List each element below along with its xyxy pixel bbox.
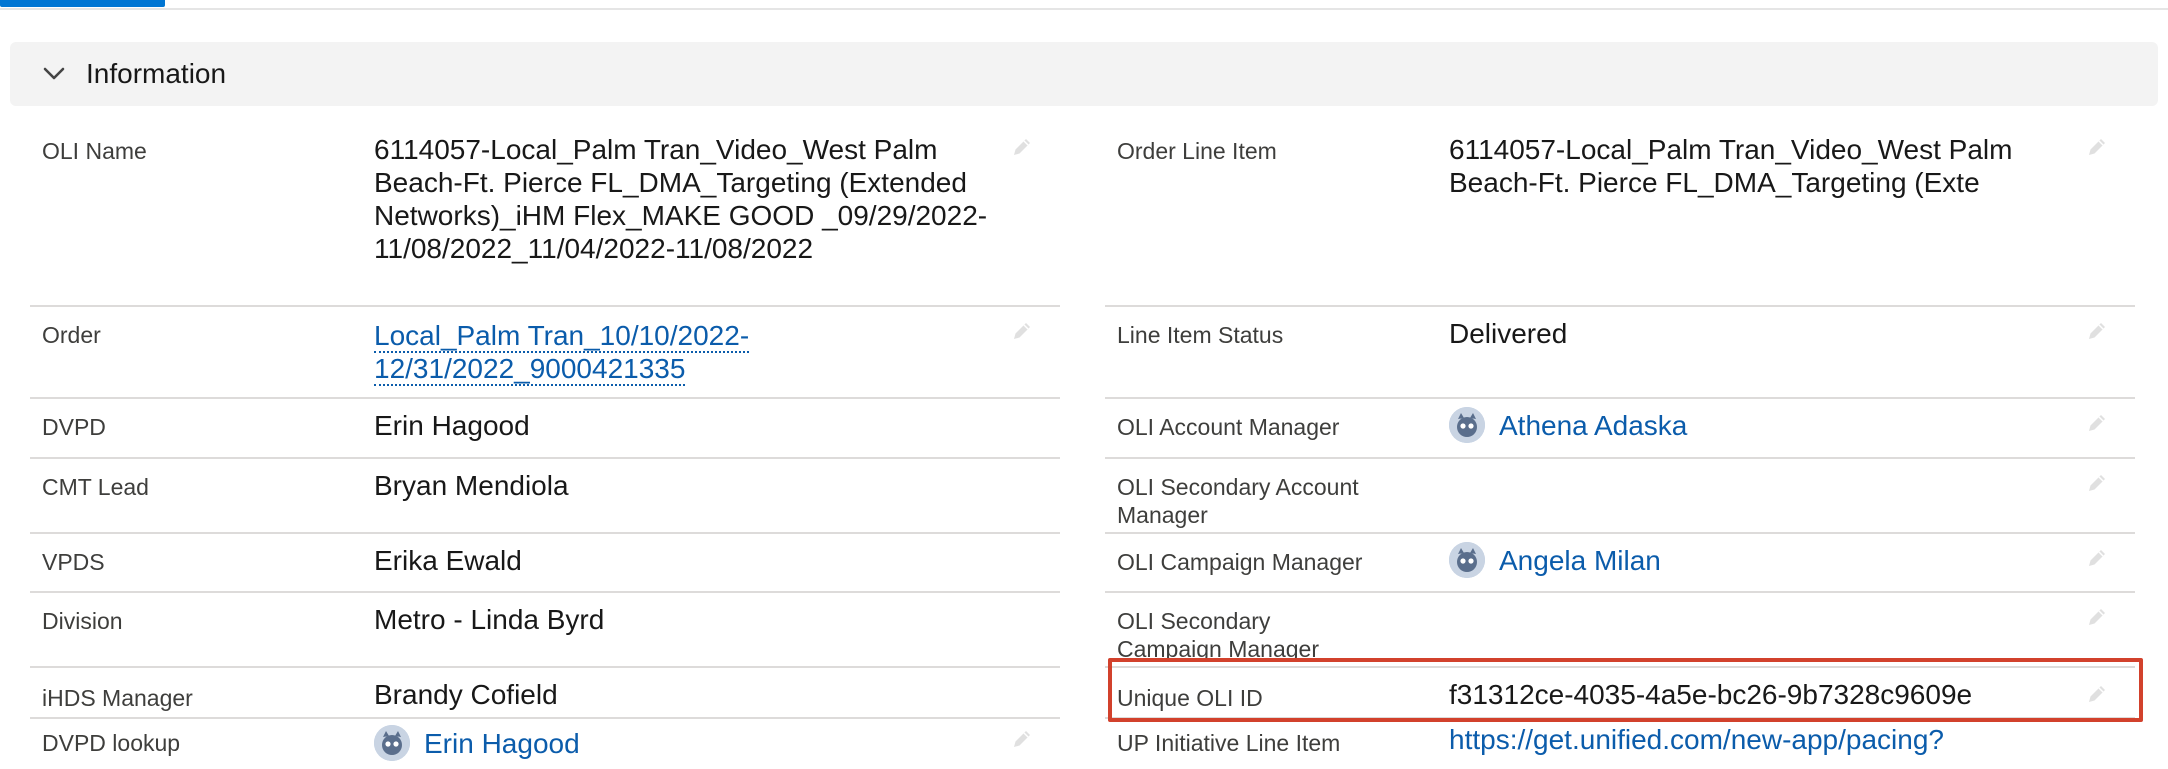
field-value-user: Erin Hagood [374,725,1014,761]
field-up-initiative-line-item: UP Initiative Line Item https://get.unif… [1105,719,2135,769]
field-label: VPDS [42,549,105,575]
field-order-line-item: Order Line Item 6114057-Local_Palm Tran_… [1105,125,2135,307]
active-tab-indicator [0,0,165,7]
field-dvpd: DVPD Erin Hagood [30,399,1060,459]
up-initiative-link[interactable]: https://get.unified.com/new-app/pacing? [1449,724,1944,755]
field-cmt-lead: CMT Lead Bryan Mendiola [30,459,1060,534]
field-value-link: https://get.unified.com/new-app/pacing? [1449,723,2089,756]
field-value: 6114057-Local_Palm Tran_Video_West Palm … [1449,134,2013,198]
field-oli-account-manager: OLI Account Manager Athena Adaska [1105,399,2135,459]
field-label: OLI Campaign Manager [1117,549,1363,575]
field-vpds: VPDS Erika Ewald [30,534,1060,593]
left-field-column: OLI Name 6114057-Local_Palm Tran_Video_W… [30,125,1060,769]
pencil-icon[interactable] [1010,319,1034,343]
field-line-item-status: Line Item Status Delivered [1105,307,2135,399]
pencil-icon[interactable] [2085,471,2109,495]
user-avatar-icon [1449,542,1485,578]
field-value: Erin Hagood [374,410,530,441]
field-ihds-manager: iHDS Manager Brandy Cofield [30,668,1060,719]
field-value: Brandy Cofield [374,679,558,710]
highlight-box-unique-oli-id [1108,658,2143,722]
section-title: Information [86,58,227,89]
field-label: OLI Name [42,138,147,164]
field-oli-secondary-campaign-manager: OLI Secondary Campaign Manager [1105,593,2135,668]
order-link[interactable]: Local_Palm Tran_10/10/2022-12/31/2022_90… [374,320,750,386]
pencil-icon[interactable] [2085,135,2109,159]
field-value: Metro - Linda Byrd [374,604,605,635]
pencil-icon[interactable] [2085,411,2109,435]
field-label: CMT Lead [42,474,149,500]
user-avatar-icon [374,725,410,761]
campaign-manager-link[interactable]: Angela Milan [1499,544,1661,577]
field-label: DVPD lookup [42,730,181,756]
user-avatar-icon [1449,407,1485,443]
field-label: Line Item Status [1117,322,1284,348]
field-value: Erika Ewald [374,545,522,576]
field-value-user: Athena Adaska [1449,407,2089,443]
field-label: OLI Account Manager [1117,414,1340,440]
field-label: iHDS Manager [42,685,193,711]
field-value: Bryan Mendiola [374,470,569,501]
field-oli-name: OLI Name 6114057-Local_Palm Tran_Video_W… [30,125,1060,307]
field-label: Order [42,322,101,348]
chevron-down-icon[interactable] [42,62,66,86]
field-order: Order Local_Palm Tran_10/10/2022-12/31/2… [30,307,1060,399]
field-label: UP Initiative Line Item [1117,730,1341,756]
field-value-link: Local_Palm Tran_10/10/2022-12/31/2022_90… [374,319,774,386]
field-value: Delivered [1449,318,1568,349]
dvpd-lookup-link[interactable]: Erin Hagood [424,727,580,760]
field-division: Division Metro - Linda Byrd [30,593,1060,668]
pencil-icon[interactable] [2085,605,2109,629]
pencil-icon[interactable] [2085,319,2109,343]
field-label: DVPD [42,414,106,440]
field-oli-campaign-manager: OLI Campaign Manager Angela Milan [1105,534,2135,593]
account-manager-link[interactable]: Athena Adaska [1499,409,1687,442]
field-label: OLI Secondary Account Manager [1117,474,1359,528]
pencil-icon[interactable] [1010,135,1034,159]
field-label: Order Line Item [1117,138,1277,164]
pencil-icon[interactable] [2085,546,2109,570]
field-value: 6114057-Local_Palm Tran_Video_West Palm … [374,134,988,264]
field-label: Division [42,608,123,634]
section-header-information[interactable]: Information [10,42,2158,106]
field-label: OLI Secondary Campaign Manager [1117,608,1320,662]
tab-bar [0,0,2168,10]
field-value-user: Angela Milan [1449,542,2089,578]
field-dvpd-lookup: DVPD lookup Erin Hagood [30,719,1060,769]
field-oli-secondary-account-manager: OLI Secondary Account Manager [1105,459,2135,534]
pencil-icon[interactable] [1010,727,1034,751]
